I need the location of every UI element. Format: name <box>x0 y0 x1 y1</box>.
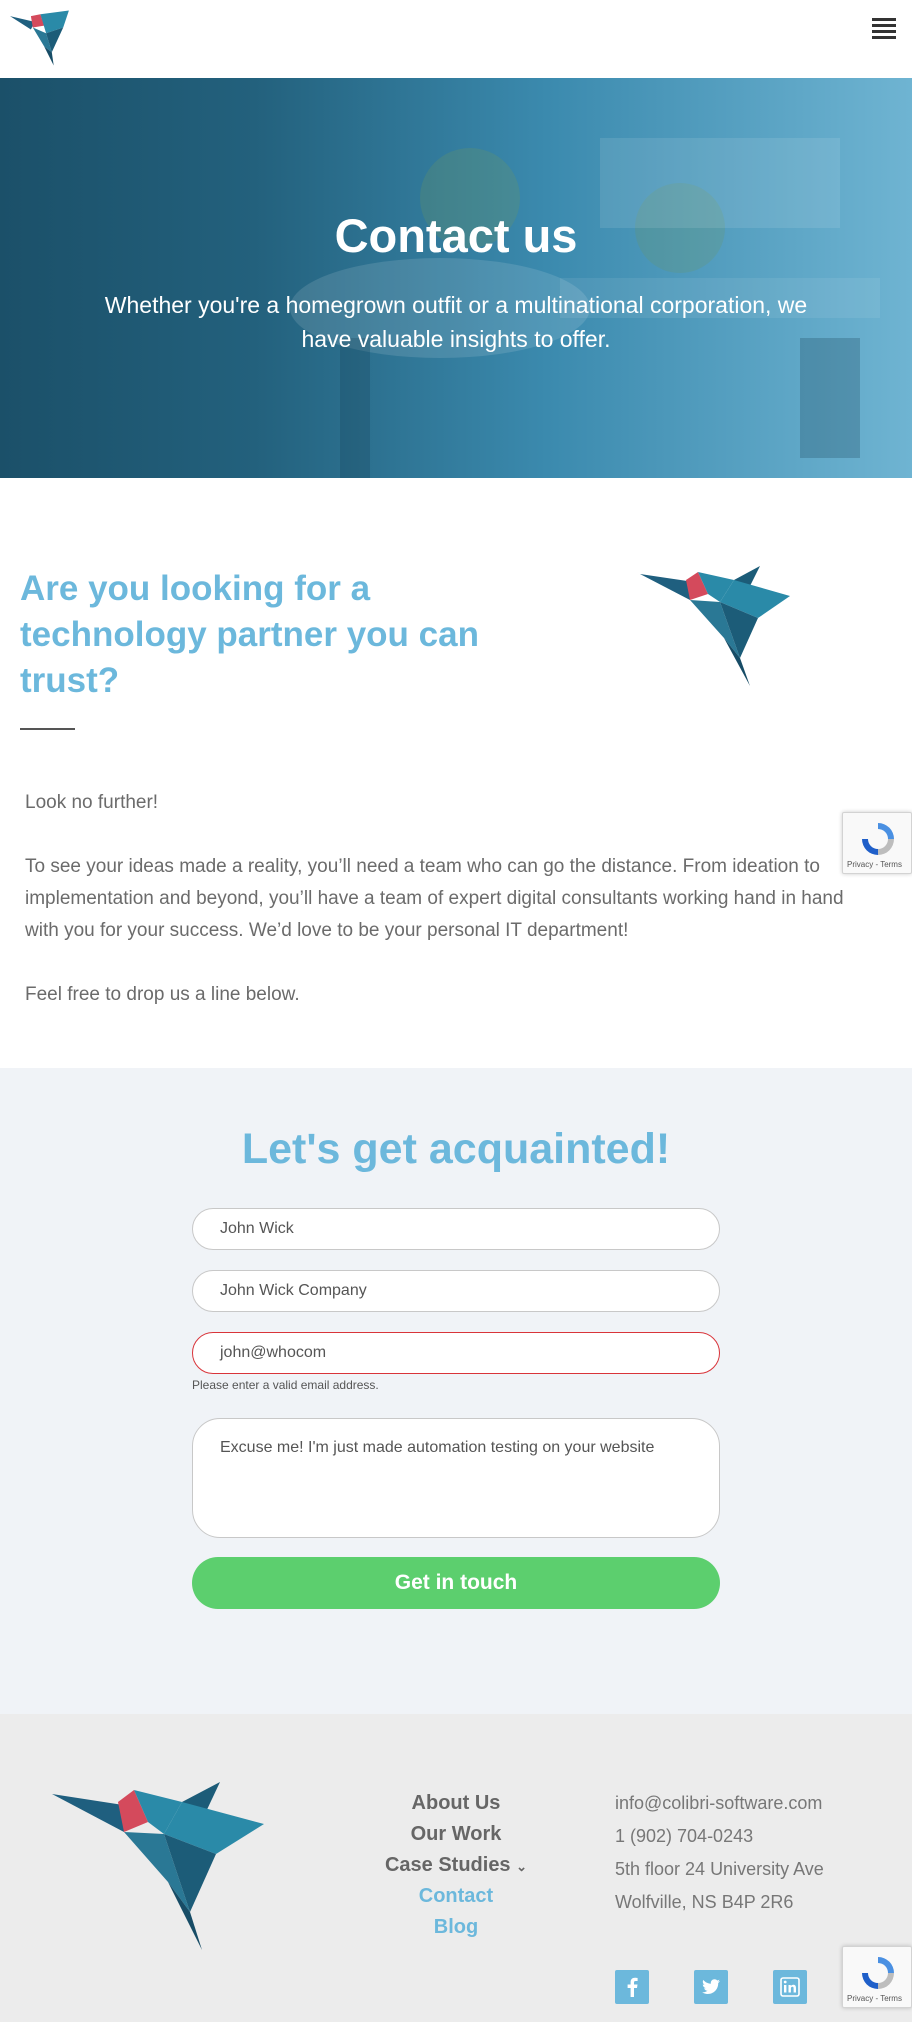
footer-nav-about-us[interactable]: About Us <box>336 1788 576 1819</box>
company-field[interactable]: John Wick Company <box>192 1270 720 1312</box>
hummingbird-icon <box>640 566 790 686</box>
recaptcha-badge[interactable]: Privacy - Terms <box>842 812 912 874</box>
footer-address-line-1: 5th floor 24 University Ave <box>615 1859 824 1879</box>
email-error-message: Please enter a valid email address. <box>192 1378 379 1392</box>
recaptcha-terms: Privacy - Terms <box>847 860 902 869</box>
recaptcha-icon <box>862 1957 894 1989</box>
footer: About Us Our Work Case Studies ⌄ Contact… <box>0 1714 912 2022</box>
intro-heading: Are you looking for a technology partner… <box>20 569 479 700</box>
hero-title: Contact us <box>334 209 578 262</box>
footer-contact-info: info@colibri-software.com 1 (902) 704-02… <box>615 1788 875 1920</box>
footer-nav-case-studies[interactable]: Case Studies ⌄ <box>336 1850 576 1881</box>
footer-email-link[interactable]: info@colibri-software.com <box>615 1788 875 1821</box>
message-field[interactable]: Excuse me! I'm just made automation test… <box>192 1418 720 1538</box>
intro-paragraph-1: Look no further! <box>25 792 159 813</box>
form-title: Let's get acquainted! <box>241 1125 671 1173</box>
intro-paragraph-3: Feel free to drop us a line below. <box>25 984 300 1005</box>
recaptcha-badge-footer[interactable]: Privacy - Terms <box>842 1946 912 2008</box>
footer-nav-blog[interactable]: Blog <box>336 1912 576 1943</box>
footer-nav-contact[interactable]: Contact <box>336 1881 576 1912</box>
footer-phone-link[interactable]: 1 (902) 704-0243 <box>615 1821 875 1854</box>
footer-nav-case-studies-label: Case Studies <box>384 1854 511 1876</box>
recaptcha-terms: Privacy - Terms <box>847 1994 902 2003</box>
hero-subtitle: Whether you're a homegrown outfit or a m… <box>104 292 808 352</box>
name-field[interactable]: John Wick <box>192 1208 720 1250</box>
linkedin-icon[interactable] <box>773 1970 807 2004</box>
hamburger-menu-icon[interactable] <box>872 18 896 42</box>
footer-nav-our-work[interactable]: Our Work <box>336 1819 576 1850</box>
chevron-down-icon: ⌄ <box>516 1859 528 1874</box>
contact-form-section: Let's get acquainted! John Wick John Wic… <box>0 1068 912 1714</box>
facebook-icon[interactable] <box>615 1970 649 2004</box>
recaptcha-icon <box>862 823 894 855</box>
get-in-touch-button[interactable]: Get in touch <box>192 1557 720 1609</box>
hero-banner: Contact us Whether you're a homegrown ou… <box>0 78 912 478</box>
email-field[interactable]: john@whocom <box>192 1332 720 1374</box>
twitter-icon[interactable] <box>694 1970 728 2004</box>
footer-nav: About Us Our Work Case Studies ⌄ Contact… <box>336 1788 576 1943</box>
intro-paragraph-2: To see your ideas made a reality, you’ll… <box>25 856 844 941</box>
colibri-logo[interactable] <box>10 8 86 68</box>
heading-divider <box>20 728 75 730</box>
footer-address-line-2: Wolfville, NS B4P 2R6 <box>615 1892 794 1912</box>
footer-hummingbird-logo[interactable] <box>52 1782 268 1950</box>
office-background-image <box>290 138 880 478</box>
top-bar <box>0 0 912 78</box>
